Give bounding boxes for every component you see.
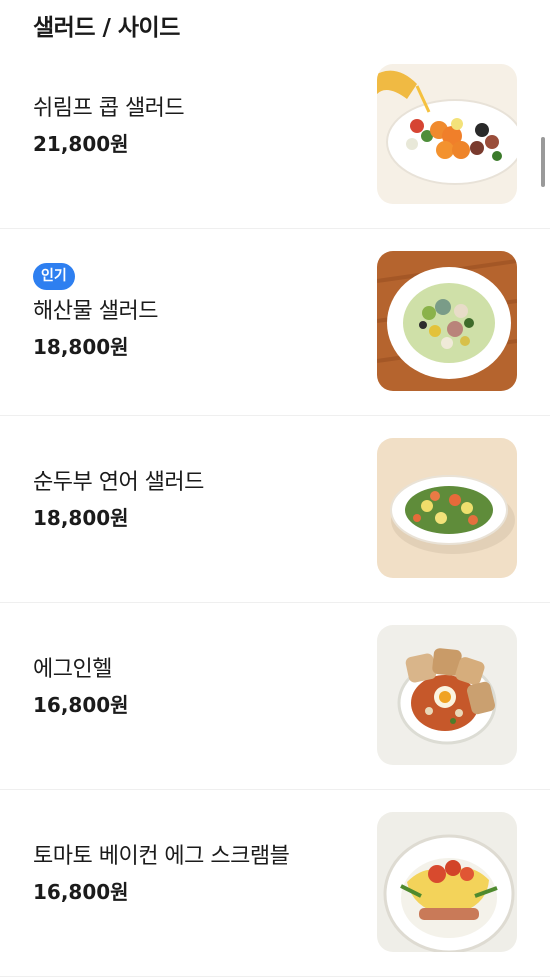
menu-item-price: 16,800원 <box>33 880 129 904</box>
scrollbar[interactable] <box>541 137 545 187</box>
menu-item[interactable]: 쉬림프 콥 샐러드 21,800원 <box>0 42 550 229</box>
menu-item[interactable]: 인기 해산물 샐러드 18,800원 <box>0 229 550 416</box>
menu-item-name: 토마토 베이컨 에그 스크램블 <box>33 844 290 869</box>
menu-item[interactable]: 토마토 베이컨 에그 스크램블 16,800원 <box>0 790 550 977</box>
menu-list: 쉬림프 콥 샐러드 21,800원 인기 해산물 샐러드 18,800원 순두부… <box>0 42 550 977</box>
menu-item-text: 토마토 베이컨 에그 스크램블 16,800원 <box>33 842 290 907</box>
menu-item-text: 순두부 연어 샐러드 18,800원 <box>33 468 204 533</box>
menu-item-price: 18,800원 <box>33 506 129 530</box>
seafood-salad-image <box>377 251 517 391</box>
menu-item-name: 순두부 연어 샐러드 <box>33 470 204 495</box>
menu-item[interactable]: 순두부 연어 샐러드 18,800원 <box>0 416 550 603</box>
egg-in-hell-image <box>377 625 517 765</box>
menu-item-text: 쉬림프 콥 샐러드 21,800원 <box>33 94 185 159</box>
menu-item-text: 인기 해산물 샐러드 18,800원 <box>33 263 158 362</box>
menu-item-text: 에그인헬 16,800원 <box>33 655 129 720</box>
menu-item-price: 16,800원 <box>33 693 129 717</box>
menu-item-name: 에그인헬 <box>33 657 112 682</box>
menu-item-price: 18,800원 <box>33 335 129 359</box>
tofu-salmon-salad-image <box>377 438 517 578</box>
tomato-bacon-egg-scramble-image <box>377 812 517 952</box>
section-title: 샐러드 / 사이드 <box>33 15 180 41</box>
shrimp-cobb-salad-image <box>377 64 517 204</box>
popular-badge: 인기 <box>33 263 75 290</box>
menu-item-name: 쉬림프 콥 샐러드 <box>33 96 185 121</box>
menu-item-price: 21,800원 <box>33 132 129 156</box>
menu-item-name: 해산물 샐러드 <box>33 299 158 324</box>
menu-item[interactable]: 에그인헬 16,800원 <box>0 603 550 790</box>
